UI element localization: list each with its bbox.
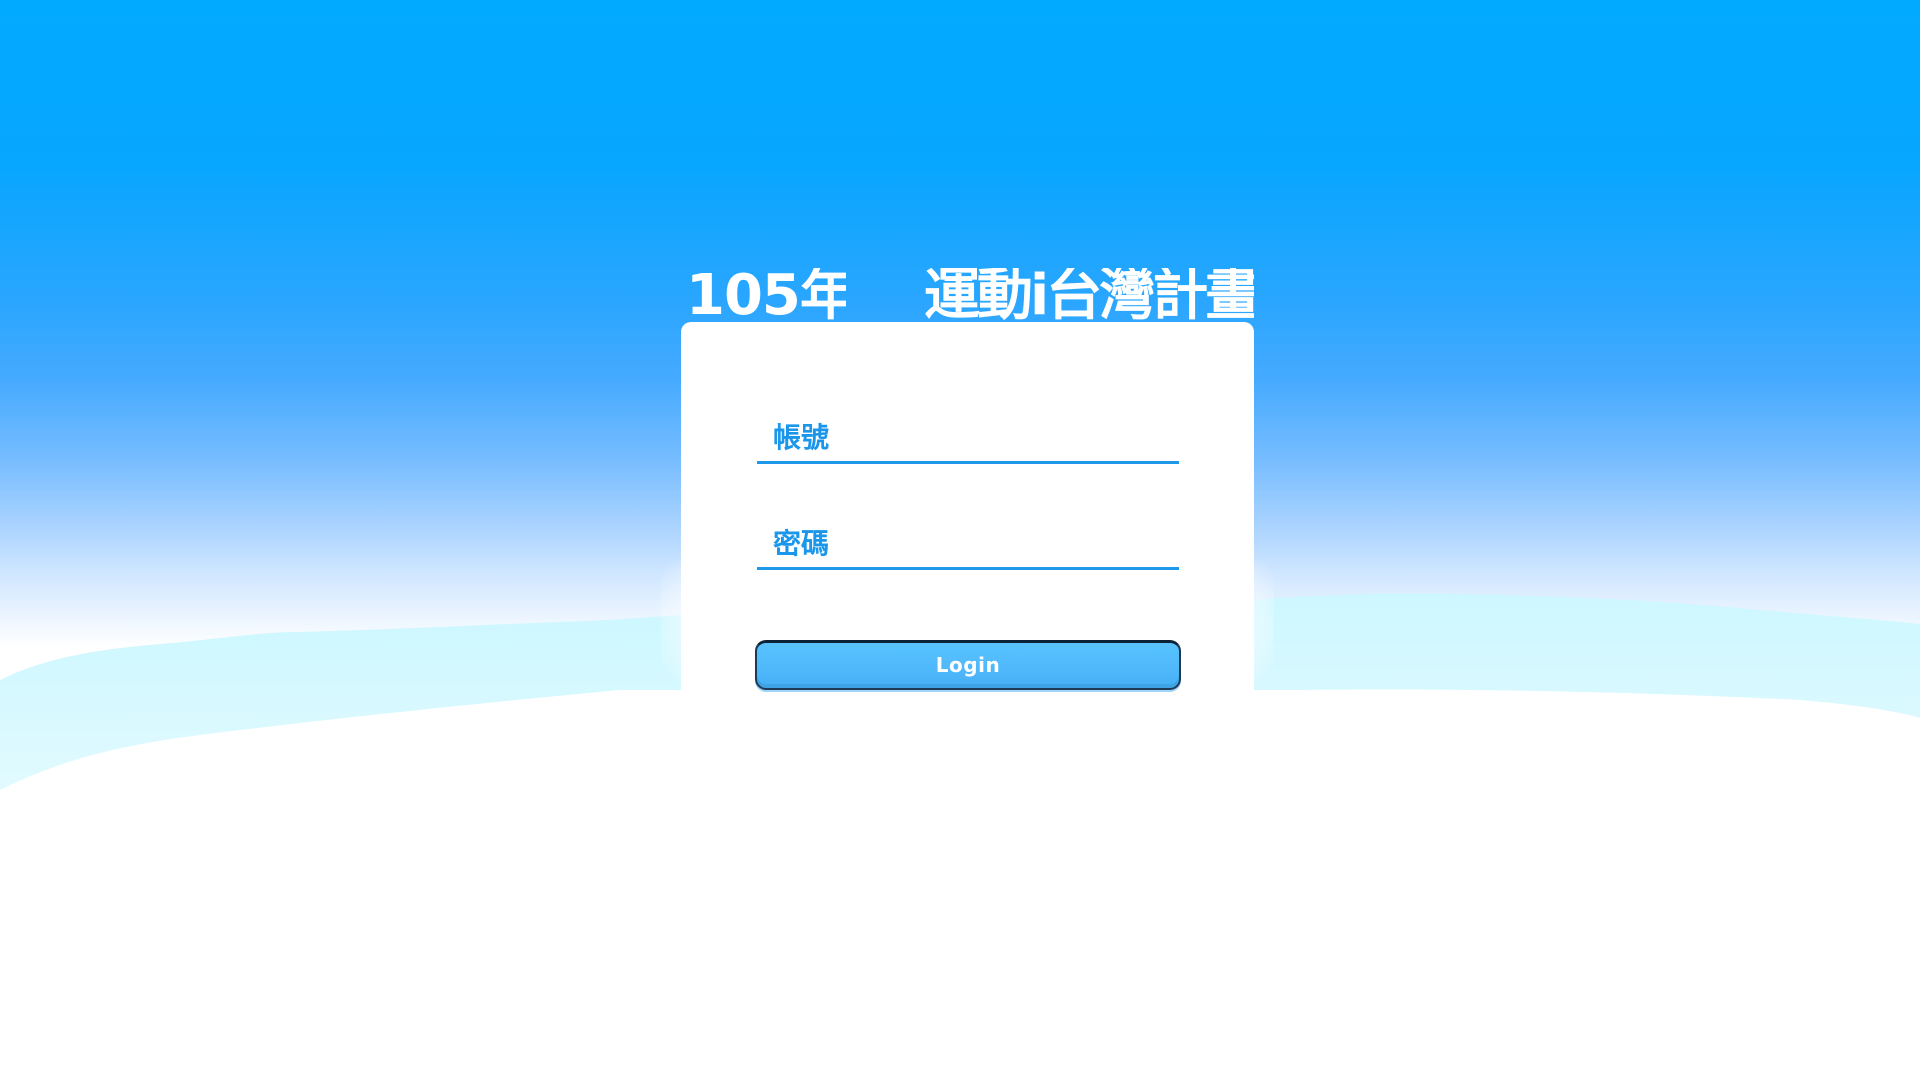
banner-year: 105年 [686,268,846,324]
banner-title: 運動i台灣計畫 [924,268,1254,324]
password-field [757,519,1179,570]
username-field [757,413,1179,464]
username-input[interactable] [757,413,1179,461]
password-input[interactable] [757,519,1179,567]
login-button[interactable]: Login [755,640,1181,690]
